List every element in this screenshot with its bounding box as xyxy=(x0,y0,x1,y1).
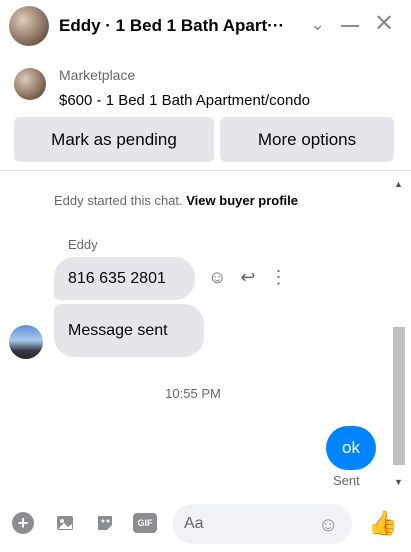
message-actions: ☺ ↩ ⋮ xyxy=(208,267,287,288)
mark-as-pending-button[interactable]: Mark as pending xyxy=(14,117,214,162)
listing-title[interactable]: $600 - 1 Bed 1 Bath Apartment/condo xyxy=(59,92,310,109)
chevron-down-icon[interactable]: ⌄ xyxy=(310,14,325,35)
close-icon[interactable]: ✕ xyxy=(374,9,394,38)
emoji-icon[interactable]: ☺ xyxy=(318,514,338,537)
buyer-avatar[interactable] xyxy=(9,325,43,359)
message-composer: + GIF Aa ☺ 👍 xyxy=(0,492,411,552)
photo-icon[interactable] xyxy=(54,512,76,534)
seller-avatar[interactable] xyxy=(9,6,49,46)
react-icon[interactable]: ☺ xyxy=(208,267,226,288)
listing-thumbnail[interactable] xyxy=(14,68,46,100)
listing-panel: Marketplace $600 - 1 Bed 1 Bath Apartmen… xyxy=(0,52,411,171)
scroll-up-icon[interactable]: ▲ xyxy=(394,179,403,189)
my-message-text: ok xyxy=(342,438,360,457)
message-text: 816 635 2801 xyxy=(68,269,166,287)
sticker-icon[interactable] xyxy=(94,512,116,534)
chat-title[interactable]: Eddy · 1 Bed 1 Bath Apart··· xyxy=(59,16,299,36)
scroll-down-icon[interactable]: ▼ xyxy=(394,477,403,487)
plus-icon[interactable]: + xyxy=(12,512,34,534)
more-icon[interactable]: ⋮ xyxy=(269,267,287,288)
message-bubble[interactable]: 816 635 2801 xyxy=(54,257,195,300)
like-icon[interactable]: 👍 xyxy=(368,509,398,538)
minimize-icon[interactable] xyxy=(341,25,359,27)
message-bubble[interactable]: Message sent xyxy=(54,304,204,357)
sender-name: Eddy xyxy=(68,237,98,252)
my-message-bubble[interactable]: ok xyxy=(326,426,376,470)
gif-icon[interactable]: GIF xyxy=(133,513,157,533)
message-status: Sent xyxy=(333,473,360,488)
message-text: Message sent xyxy=(68,321,168,339)
chat-scrollbar[interactable]: ▲ ▼ xyxy=(391,179,407,487)
marketplace-label: Marketplace xyxy=(59,67,136,83)
chat-start-notice: Eddy started this chat. View buyer profi… xyxy=(54,193,298,208)
scrollbar-thumb[interactable] xyxy=(393,327,405,465)
chat-thread[interactable]: Eddy started this chat. View buyer profi… xyxy=(0,171,411,492)
notice-text: Eddy started this chat. xyxy=(54,193,183,208)
message-timestamp: 10:55 PM xyxy=(165,386,221,401)
more-options-button[interactable]: More options xyxy=(220,117,394,162)
chat-header: Eddy · 1 Bed 1 Bath Apart··· ⌄ ✕ xyxy=(0,0,411,52)
view-buyer-profile-link[interactable]: View buyer profile xyxy=(186,193,298,208)
reply-icon[interactable]: ↩ xyxy=(240,267,255,288)
